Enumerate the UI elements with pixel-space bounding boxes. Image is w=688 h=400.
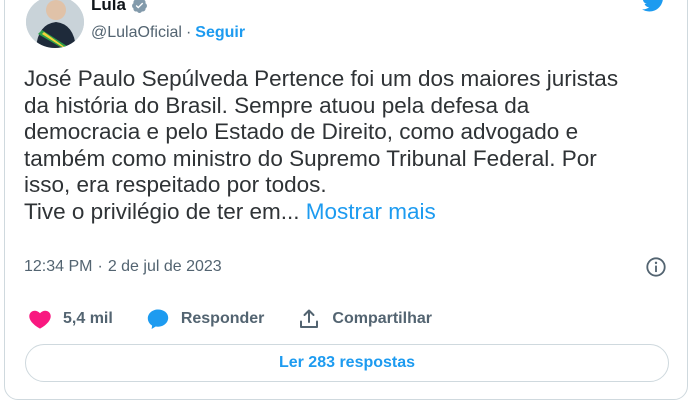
twitter-bird-icon[interactable]: [640, 0, 668, 14]
tweet-actions: 5,4 mil Responder Compartilhar: [28, 306, 465, 332]
tweet-text: José Paulo Sepúlveda Pertence foi um dos…: [24, 66, 674, 226]
share-label: Compartilhar: [332, 310, 432, 327]
show-more-link[interactable]: Mostrar mais: [306, 199, 436, 224]
tweet-timestamp[interactable]: 12:34 PM · 2 de jul de 2023: [24, 258, 222, 276]
read-replies-button[interactable]: Ler 283 respostas: [25, 344, 669, 382]
separator-dot: ·: [185, 24, 192, 41]
reply-button[interactable]: Responder: [146, 307, 265, 331]
share-button[interactable]: Compartilhar: [297, 307, 432, 331]
author-name[interactable]: Lula: [91, 0, 126, 15]
author-handle[interactable]: @LulaOficial: [91, 24, 182, 42]
reply-label: Responder: [180, 310, 265, 327]
info-icon[interactable]: [645, 256, 667, 278]
like-button[interactable]: 5,4 mil: [28, 307, 113, 331]
read-replies-label: Ler 283 respostas: [278, 354, 416, 371]
verified-badge-icon: [132, 0, 147, 13]
reply-bubble-icon: [147, 309, 169, 329]
like-count: 5,4 mil: [63, 310, 113, 327]
timestamp-separator: ·: [97, 258, 103, 275]
author-name-row[interactable]: Lula: [91, 0, 148, 16]
follow-button[interactable]: Seguir: [195, 24, 245, 42]
tweet-time[interactable]: 12:34 PM: [24, 258, 92, 276]
tweet-date[interactable]: 2 de jul de 2023: [108, 258, 222, 276]
heart-icon: [29, 310, 51, 329]
author-handle-row: @LulaOficial · Seguir: [91, 24, 245, 42]
share-icon: [300, 309, 319, 328]
